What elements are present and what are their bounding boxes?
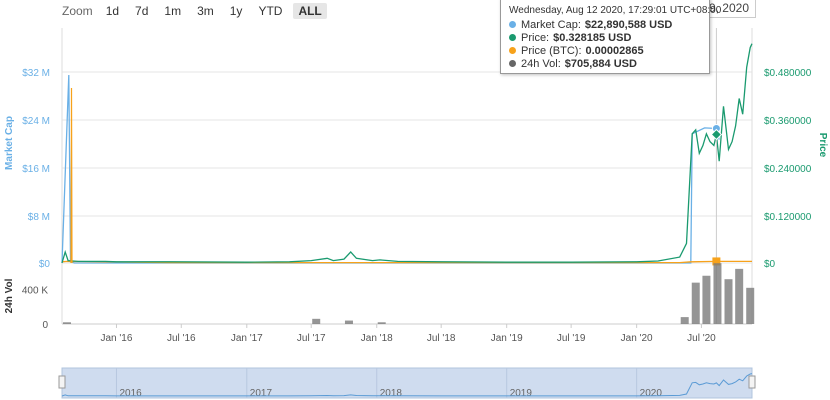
tooltip-label: 24h Vol: — [521, 57, 561, 70]
left-tick-label: $32 M — [22, 68, 50, 79]
navigator-year-label: 2019 — [510, 388, 533, 399]
volume-axis-title: 24h Vol — [4, 278, 15, 313]
volume-bar — [724, 279, 733, 324]
volume-bar — [312, 318, 321, 324]
volume-tick-label: 0 — [42, 320, 48, 331]
early-spike-line — [70, 87, 73, 264]
right-tick-label: $0.240000 — [764, 164, 812, 175]
navigator-right-handle — [748, 375, 756, 389]
volume-tick-label: 400 K — [22, 286, 48, 297]
right-tick-label: $0.480000 — [764, 68, 812, 79]
x-tick-label: Jan '20 — [621, 333, 653, 344]
price-btc-dot — [509, 47, 516, 54]
navigator-year-label: 2017 — [250, 388, 273, 399]
right-tick-label: $0.120000 — [764, 212, 812, 223]
x-tick-label: Jul '20 — [687, 333, 716, 344]
left-tick-label: $16 M — [22, 164, 50, 175]
left-tick-label: $24 M — [22, 116, 50, 127]
tooltip-row-price-btc: Price (BTC): 0.00002865 — [509, 44, 701, 57]
price-dot — [509, 34, 516, 41]
tooltip-label: Price: — [521, 31, 550, 44]
tooltip-label: Price (BTC): — [521, 44, 582, 57]
volume-dot — [509, 60, 516, 67]
x-tick-label: Jan '16 — [101, 333, 133, 344]
navigator-year-label: 2018 — [380, 388, 403, 399]
volume-bar — [344, 320, 353, 324]
tooltip-row-market-cap: Market Cap: $22,890,588 USD — [509, 18, 701, 31]
x-tick-label: Jan '17 — [231, 333, 263, 344]
volume-bar — [691, 282, 700, 324]
right-tick-label: $0 — [764, 259, 776, 270]
volume-bar — [62, 322, 71, 324]
price-line — [61, 43, 753, 264]
volume-bar — [702, 275, 711, 324]
chart-tooltip: Wednesday, Aug 12 2020, 17:29:01 UTC+08:… — [500, 0, 722, 74]
market-cap-line — [61, 74, 720, 264]
right-axis-title: Price — [817, 133, 828, 158]
navigator-year-label: 2020 — [640, 388, 663, 399]
left-tick-label: $8 M — [28, 212, 50, 223]
volume-bar — [713, 263, 722, 324]
x-tick-label: Jan '19 — [491, 333, 523, 344]
x-tick-label: Jan '18 — [361, 333, 393, 344]
volume-bar — [680, 317, 689, 324]
volume-bar — [377, 322, 386, 324]
tooltip-value: 0.00002865 — [585, 44, 644, 57]
tooltip-date: Wednesday, Aug 12 2020, 17:29:01 UTC+08:… — [509, 5, 722, 16]
right-tick-label: $0.360000 — [764, 116, 812, 127]
volume-bar — [735, 268, 744, 324]
x-tick-label: Jul '18 — [427, 333, 456, 344]
tooltip-value: $705,884 USD — [564, 57, 637, 70]
tooltip-label: Market Cap: — [521, 18, 581, 31]
x-tick-label: Jul '19 — [557, 333, 586, 344]
tooltip-value: $22,890,588 USD — [584, 18, 673, 31]
tooltip-row-volume: 24h Vol: $705,884 USD — [509, 57, 701, 70]
left-tick-label: $0 — [39, 259, 51, 270]
tooltip-row-price: Price: $0.328185 USD — [509, 31, 701, 44]
x-tick-label: Jul '16 — [167, 333, 196, 344]
navigator-year-label: 2016 — [119, 388, 142, 399]
x-tick-label: Jul '17 — [297, 333, 326, 344]
left-axis-title: Market Cap — [4, 116, 15, 170]
tooltip-value: $0.328185 USD — [553, 31, 632, 44]
volume-bar — [746, 287, 755, 324]
navigator-left-handle — [58, 375, 66, 389]
market-cap-dot — [509, 21, 516, 28]
